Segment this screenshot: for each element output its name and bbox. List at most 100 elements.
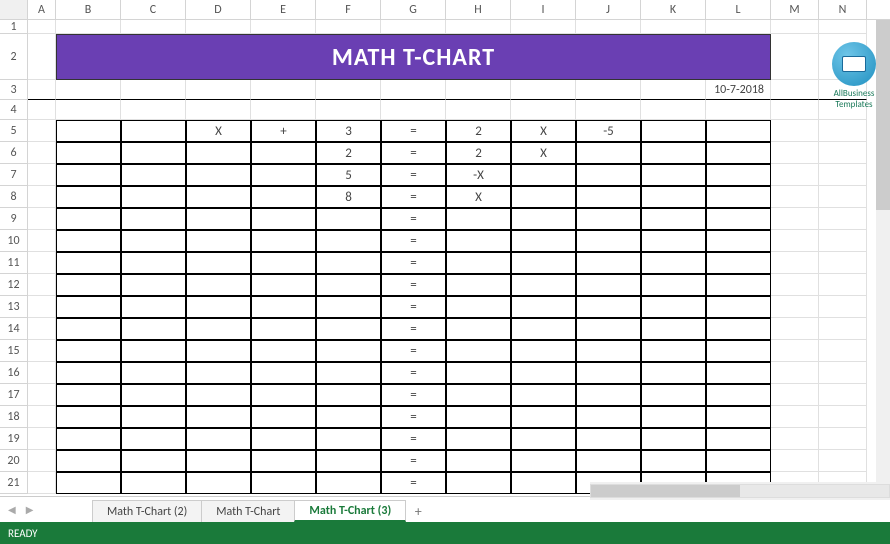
cell-A18[interactable] — [28, 406, 56, 428]
cell-B13[interactable] — [56, 296, 121, 318]
cell-L18[interactable] — [706, 406, 771, 428]
cell-G6[interactable]: = — [381, 142, 446, 164]
tab-nav-prev-icon[interactable]: ◀ — [4, 503, 20, 516]
cell-L12[interactable] — [706, 274, 771, 296]
cell-G12[interactable]: = — [381, 274, 446, 296]
cell-A4[interactable] — [28, 100, 56, 120]
cell-B18[interactable] — [56, 406, 121, 428]
cell-A9[interactable] — [28, 208, 56, 230]
cell-E19[interactable] — [251, 428, 316, 450]
cell-A10[interactable] — [28, 230, 56, 252]
cell-E10[interactable] — [251, 230, 316, 252]
cell-H4[interactable] — [446, 100, 511, 120]
cell-C13[interactable] — [121, 296, 186, 318]
cell-J13[interactable] — [576, 296, 641, 318]
row-header-18[interactable]: 18 — [0, 406, 28, 428]
cell-D8[interactable] — [186, 186, 251, 208]
row-header-8[interactable]: 8 — [0, 186, 28, 208]
horizontal-scrollbar-thumb[interactable] — [591, 485, 740, 497]
cell-L15[interactable] — [706, 340, 771, 362]
cell-H6[interactable]: 2 — [446, 142, 511, 164]
cell-G13[interactable]: = — [381, 296, 446, 318]
cell-N6[interactable] — [819, 142, 867, 164]
cell-F5[interactable]: 3 — [316, 120, 381, 142]
cell-B10[interactable] — [56, 230, 121, 252]
row-header-11[interactable]: 11 — [0, 252, 28, 274]
cell-G11[interactable]: = — [381, 252, 446, 274]
cell-F8[interactable]: 8 — [316, 186, 381, 208]
cell-B5[interactable] — [56, 120, 121, 142]
row-header-1[interactable]: 1 — [0, 20, 28, 34]
cell-E12[interactable] — [251, 274, 316, 296]
cell-L13[interactable] — [706, 296, 771, 318]
cell-I6[interactable]: X — [511, 142, 576, 164]
cell-D3[interactable] — [186, 80, 251, 100]
column-header-N[interactable]: N — [819, 0, 867, 19]
select-all-corner[interactable] — [0, 0, 28, 19]
cell-K14[interactable] — [641, 318, 706, 340]
cell-I18[interactable] — [511, 406, 576, 428]
cell-C1[interactable] — [121, 20, 186, 34]
cell-B12[interactable] — [56, 274, 121, 296]
cell-C21[interactable] — [121, 472, 186, 494]
cell-G3[interactable] — [381, 80, 446, 100]
cell-K3[interactable] — [641, 80, 706, 100]
cell-G8[interactable]: = — [381, 186, 446, 208]
cell-D5[interactable]: X — [186, 120, 251, 142]
cell-H12[interactable] — [446, 274, 511, 296]
cell-F1[interactable] — [316, 20, 381, 34]
cell-K15[interactable] — [641, 340, 706, 362]
cell-E4[interactable] — [251, 100, 316, 120]
row-header-16[interactable]: 16 — [0, 362, 28, 384]
cell-J5[interactable]: -5 — [576, 120, 641, 142]
cell-A15[interactable] — [28, 340, 56, 362]
cell-G4[interactable] — [381, 100, 446, 120]
column-header-H[interactable]: H — [446, 0, 511, 19]
cell-D16[interactable] — [186, 362, 251, 384]
cell-G9[interactable]: = — [381, 208, 446, 230]
cell-I19[interactable] — [511, 428, 576, 450]
cell-I11[interactable] — [511, 252, 576, 274]
cell-M1[interactable] — [771, 20, 819, 34]
cell-I20[interactable] — [511, 450, 576, 472]
cell-N1[interactable] — [819, 20, 867, 34]
cell-I10[interactable] — [511, 230, 576, 252]
cell-I21[interactable] — [511, 472, 576, 494]
column-header-G[interactable]: G — [381, 0, 446, 19]
cell-G17[interactable]: = — [381, 384, 446, 406]
cell-I9[interactable] — [511, 208, 576, 230]
cell-J15[interactable] — [576, 340, 641, 362]
cell-A19[interactable] — [28, 428, 56, 450]
row-header-6[interactable]: 6 — [0, 142, 28, 164]
cell-B21[interactable] — [56, 472, 121, 494]
cell-M19[interactable] — [771, 428, 819, 450]
cell-B3[interactable] — [56, 80, 121, 100]
cell-L7[interactable] — [706, 164, 771, 186]
cell-G15[interactable]: = — [381, 340, 446, 362]
cell-M8[interactable] — [771, 186, 819, 208]
cell-B7[interactable] — [56, 164, 121, 186]
cell-M4[interactable] — [771, 100, 819, 120]
cell-F20[interactable] — [316, 450, 381, 472]
cell-C11[interactable] — [121, 252, 186, 274]
cell-A5[interactable] — [28, 120, 56, 142]
cell-C10[interactable] — [121, 230, 186, 252]
cell-J7[interactable] — [576, 164, 641, 186]
cell-N10[interactable] — [819, 230, 867, 252]
cell-F4[interactable] — [316, 100, 381, 120]
cell-D1[interactable] — [186, 20, 251, 34]
cell-M6[interactable] — [771, 142, 819, 164]
cell-H21[interactable] — [446, 472, 511, 494]
cell-E16[interactable] — [251, 362, 316, 384]
cell-C4[interactable] — [121, 100, 186, 120]
cell-K4[interactable] — [641, 100, 706, 120]
cell-I7[interactable] — [511, 164, 576, 186]
column-header-I[interactable]: I — [511, 0, 576, 19]
cell-F9[interactable] — [316, 208, 381, 230]
cell-L17[interactable] — [706, 384, 771, 406]
cell-M13[interactable] — [771, 296, 819, 318]
cell-J12[interactable] — [576, 274, 641, 296]
cell-C18[interactable] — [121, 406, 186, 428]
cell-M10[interactable] — [771, 230, 819, 252]
cell-E7[interactable] — [251, 164, 316, 186]
